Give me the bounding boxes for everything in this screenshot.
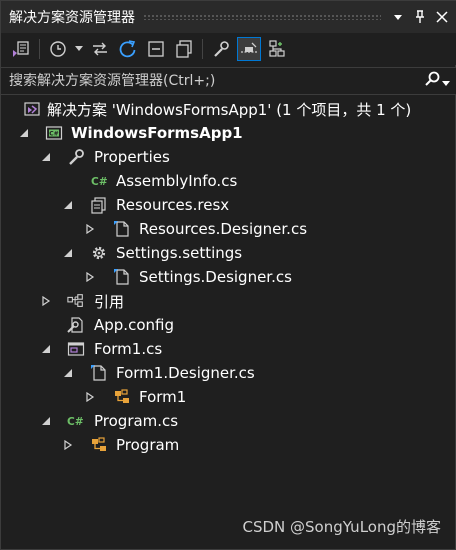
toolbar-separator: [202, 39, 203, 59]
tree-item-assemblyinfo[interactable]: C# AssemblyInfo.cs: [1, 169, 456, 193]
chevron-down-icon[interactable]: [74, 37, 84, 61]
sync-icon[interactable]: [88, 37, 112, 61]
tree-label: Form1.cs: [94, 340, 163, 358]
preview-selected-icon[interactable]: [237, 37, 261, 61]
tree-item-project[interactable]: C# WindowsFormsApp1: [1, 121, 456, 145]
search-icon: [424, 71, 440, 91]
svg-text:C#: C#: [67, 415, 84, 428]
form-icon: [67, 340, 85, 358]
show-all-files-icon[interactable]: [172, 37, 196, 61]
tree-label: Settings.settings: [116, 244, 243, 262]
title-grip[interactable]: [143, 14, 381, 20]
class-icon: [113, 388, 131, 406]
solution-explorer-panel: 解决方案资源管理器 搜索解决方案资源管理器(Ctrl+;) 解决方案 'Wind…: [0, 0, 456, 550]
designer-file-icon: [113, 268, 131, 286]
tree-label: Resources.Designer.cs: [139, 220, 308, 238]
collapsed-icon[interactable]: [83, 270, 97, 284]
watermark: CSDN @SongYuLong的博客: [242, 518, 441, 536]
refresh-icon[interactable]: [116, 37, 140, 61]
tree-label: Properties: [94, 148, 170, 166]
tree-item-program[interactable]: C# Program.cs: [1, 409, 456, 433]
tree-item-form1[interactable]: Form1.cs: [1, 337, 456, 361]
class-diagram-icon[interactable]: [265, 37, 289, 61]
resource-file-icon: [90, 196, 108, 214]
solution-icon: [23, 100, 41, 118]
csharp-project-icon: C#: [45, 124, 63, 142]
tree-label: App.config: [94, 316, 174, 334]
close-icon[interactable]: [433, 8, 451, 26]
tree-label: WindowsFormsApp1: [71, 124, 243, 142]
tree-label: Program: [116, 436, 180, 454]
tree-label: Form1.Designer.cs: [116, 364, 255, 382]
csharp-file-icon: C#: [67, 412, 85, 430]
tree-item-settings[interactable]: Settings.settings: [1, 241, 456, 265]
tree-label: Program.cs: [94, 412, 179, 430]
panel-title: 解决方案资源管理器: [9, 10, 135, 26]
collapse-all-icon[interactable]: [144, 37, 168, 61]
tree-item-form1-class[interactable]: Form1: [1, 385, 456, 409]
tree-item-references[interactable]: 引用: [1, 289, 456, 313]
tree-label: Form1: [139, 388, 187, 406]
tree-label: AssemblyInfo.cs: [116, 172, 238, 190]
tree-item-resources-resx[interactable]: Resources.resx: [1, 193, 456, 217]
gear-icon: [90, 244, 108, 262]
search-input[interactable]: [9, 68, 417, 94]
vs-switch-views-icon[interactable]: [9, 37, 33, 61]
csharp-file-icon: C#: [91, 172, 109, 190]
search-bar: [1, 67, 456, 95]
expanded-icon[interactable]: [39, 342, 53, 356]
tree-label: 解决方案 'WindowsFormsApp1' (1 个项目，共 1 个): [47, 100, 412, 119]
chevron-down-icon: [442, 72, 450, 91]
expanded-icon[interactable]: [39, 150, 53, 164]
tree-item-app-config[interactable]: App.config: [1, 313, 456, 337]
designer-file-icon: [113, 220, 131, 238]
wrench-icon: [67, 148, 85, 166]
config-file-icon: [67, 316, 85, 334]
tree-label: Resources.resx: [116, 196, 230, 214]
pin-icon[interactable]: [411, 8, 429, 26]
collapsed-icon[interactable]: [83, 222, 97, 236]
class-icon: [90, 436, 108, 454]
tree-item-properties[interactable]: Properties: [1, 145, 456, 169]
expanded-icon[interactable]: [17, 126, 31, 140]
tree-label: 引用: [94, 292, 125, 311]
history-icon[interactable]: [46, 37, 70, 61]
tree-item-form1-designer[interactable]: Form1.Designer.cs: [1, 361, 456, 385]
collapsed-icon[interactable]: [39, 294, 53, 308]
svg-text:C#: C#: [91, 175, 108, 188]
expanded-icon[interactable]: [39, 414, 53, 428]
references-icon: [67, 292, 85, 310]
tree-item-solution[interactable]: 解决方案 'WindowsFormsApp1' (1 个项目，共 1 个): [1, 97, 456, 121]
toolbar-separator: [39, 39, 40, 59]
tree-item-settings-designer[interactable]: Settings.Designer.cs: [1, 265, 456, 289]
designer-file-icon: [90, 364, 108, 382]
tree-label: Settings.Designer.cs: [139, 268, 292, 286]
properties-icon[interactable]: [209, 37, 233, 61]
tree-item-resources-designer[interactable]: Resources.Designer.cs: [1, 217, 456, 241]
expanded-icon[interactable]: [61, 198, 75, 212]
expanded-icon[interactable]: [61, 366, 75, 380]
dropdown-icon[interactable]: [389, 8, 407, 26]
toolbar: [1, 33, 456, 65]
tree-item-program-class[interactable]: Program: [1, 433, 456, 457]
collapsed-icon[interactable]: [83, 390, 97, 404]
svg-text:C#: C#: [49, 130, 58, 137]
collapsed-icon[interactable]: [61, 438, 75, 452]
search-button[interactable]: [417, 68, 456, 94]
expanded-icon[interactable]: [61, 246, 75, 260]
title-bar: 解决方案资源管理器: [1, 1, 456, 33]
